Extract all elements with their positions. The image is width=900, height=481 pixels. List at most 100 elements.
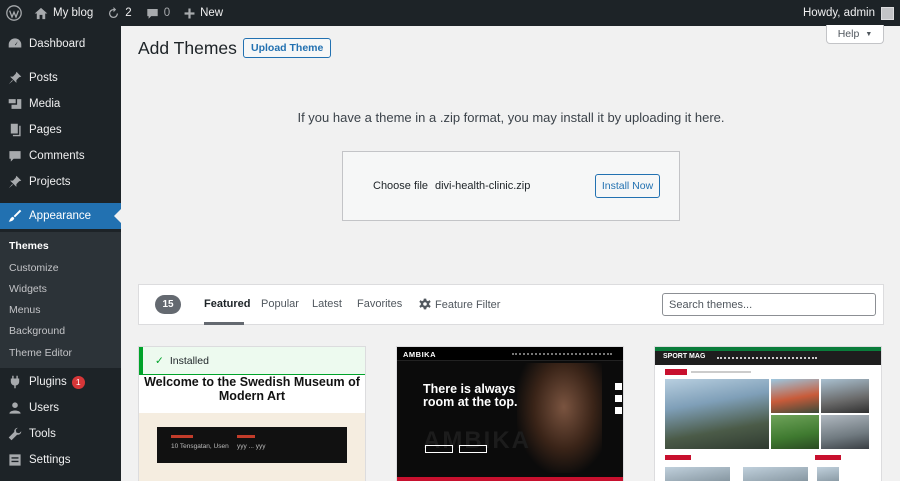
new-content-link[interactable]: New	[177, 0, 230, 26]
plus-icon	[184, 8, 195, 18]
upload-form: Choose file divi-health-clinic.zip Insta…	[342, 151, 680, 221]
pin-icon	[6, 69, 24, 87]
tab-popular[interactable]: Popular	[261, 298, 299, 310]
sidebar-item-users[interactable]: Users	[0, 395, 121, 421]
preview-nav: SPORT MAG	[655, 351, 881, 365]
preview-strip-text: 10 Tensgatan, Usen	[171, 443, 229, 450]
wordpress-logo-icon[interactable]	[0, 0, 27, 26]
install-now-button[interactable]: Install Now	[595, 174, 660, 198]
gear-icon	[419, 298, 431, 310]
preview-nav: AMBIKA	[397, 347, 623, 361]
preview-headline: There is always room at the top.	[423, 382, 518, 409]
tab-latest[interactable]: Latest	[312, 298, 342, 310]
preview-logo: AMBIKA	[403, 350, 436, 359]
preview-photo	[821, 379, 869, 413]
sidebar-item-label: Comments	[29, 150, 85, 162]
pin-icon	[6, 173, 24, 191]
home-icon	[34, 7, 48, 19]
sidebar-item-comments[interactable]: Comments	[0, 143, 121, 169]
users-icon	[6, 399, 24, 417]
sidebar-item-label: Appearance	[29, 210, 92, 222]
choose-file-button[interactable]: Choose file	[373, 180, 428, 192]
search-themes-input[interactable]	[662, 293, 876, 316]
greeting: Howdy, admin	[802, 7, 875, 19]
submenu-item-menus[interactable]: Menus	[9, 304, 41, 316]
site-name-link[interactable]: My blog	[27, 0, 100, 26]
tab-favorites[interactable]: Favorites	[357, 298, 402, 310]
sidebar-item-plugins[interactable]: Plugins 1	[0, 369, 121, 395]
dashboard-icon	[6, 35, 24, 53]
submenu-item-widgets[interactable]: Widgets	[9, 283, 47, 295]
preview-photo	[771, 415, 819, 449]
new-label: New	[200, 7, 224, 19]
sidebar-item-settings[interactable]: Settings	[0, 447, 121, 473]
theme-card-ambika[interactable]: AMBIKA AMBIKA There is always room at th…	[396, 346, 624, 481]
sidebar-item-media[interactable]: Media	[0, 91, 121, 117]
plugins-update-badge: 1	[71, 375, 85, 389]
submenu-item-theme-editor[interactable]: Theme Editor	[9, 347, 72, 359]
sidebar-item-label: Plugins	[29, 376, 67, 388]
sidebar-item-label: Pages	[29, 124, 62, 136]
preview-photo	[821, 415, 869, 449]
submenu-item-customize[interactable]: Customize	[9, 262, 59, 274]
sidebar-item-pages[interactable]: Pages	[0, 117, 121, 143]
comments-count: 0	[163, 7, 171, 19]
sidebar-item-projects[interactable]: Projects	[0, 169, 121, 195]
preview-title: Welcome to the Swedish Museum of Modern …	[144, 375, 360, 403]
sidebar-item-label: Users	[29, 402, 60, 414]
appearance-submenu: Themes Customize Widgets Menus Backgroun…	[0, 232, 121, 368]
preview-portrait	[517, 363, 602, 473]
admin-bar: My blog 2 0 New Howdy, admin	[0, 0, 900, 26]
feature-filter-label: Feature Filter	[435, 299, 501, 311]
help-tab-button[interactable]: Help ▼	[826, 25, 884, 44]
sidebar-item-posts[interactable]: Posts	[0, 65, 121, 91]
site-name: My blog	[53, 7, 94, 19]
comment-icon	[146, 8, 158, 19]
theme-screenshot: SPORT MAG	[655, 347, 881, 481]
installed-notice: ✓ Installed	[139, 347, 365, 375]
submenu-item-themes[interactable]: Themes	[9, 240, 49, 252]
theme-card-installed[interactable]: Welcome to the Swedish Museum of Modern …	[138, 346, 366, 481]
admin-sidebar: Dashboard Posts Media Pages Comments Pro…	[0, 26, 121, 481]
theme-screenshot: AMBIKA AMBIKA There is always room at th…	[397, 347, 623, 481]
wrench-icon	[6, 425, 24, 443]
refresh-icon	[109, 6, 119, 18]
help-label: Help	[837, 28, 860, 40]
sidebar-item-dashboard[interactable]: Dashboard	[0, 31, 121, 57]
submenu-item-background[interactable]: Background	[9, 325, 65, 337]
upload-instructions: If you have a theme in a .zip format, yo…	[297, 110, 725, 125]
pages-icon	[6, 121, 24, 139]
preview-strip: 10 Tensgatan, Usen ууу ... ууу	[157, 427, 347, 463]
theme-screenshot: Welcome to the Swedish Museum of Modern …	[139, 375, 365, 481]
upload-theme-button[interactable]: Upload Theme	[243, 38, 332, 58]
preview-strip-text: ууу ... ууу	[237, 443, 266, 450]
preview-photo	[665, 379, 769, 449]
theme-count-badge: 15	[155, 295, 181, 314]
updates-link[interactable]: 2	[100, 0, 138, 26]
sidebar-item-label: Tools	[29, 428, 56, 440]
page-title: Add Themes	[138, 38, 237, 58]
installed-label: Installed	[169, 354, 209, 367]
avatar	[881, 6, 894, 20]
comments-link[interactable]: 0	[139, 0, 177, 26]
sidebar-item-tools[interactable]: Tools	[0, 421, 121, 447]
sidebar-item-label: Dashboard	[29, 38, 86, 50]
active-tab-indicator	[204, 322, 244, 325]
my-account-link[interactable]: Howdy, admin	[796, 0, 900, 26]
checkmark-icon: ✓	[155, 354, 164, 367]
media-icon	[6, 95, 24, 113]
feature-filter-button[interactable]: Feature Filter	[419, 298, 500, 311]
plugin-icon	[6, 373, 24, 391]
updates-count: 2	[125, 7, 132, 19]
theme-card-sport-mag[interactable]: SPORT MAG	[654, 346, 882, 481]
sidebar-item-label: Projects	[29, 176, 71, 188]
tab-featured[interactable]: Featured	[204, 298, 250, 310]
sidebar-item-label: Posts	[29, 72, 58, 84]
sidebar-item-appearance[interactable]: Appearance	[0, 203, 121, 229]
preview-photo	[771, 379, 819, 413]
sidebar-item-label: Media	[29, 98, 61, 110]
settings-icon	[6, 451, 24, 469]
caret-down-icon: ▼	[865, 30, 873, 38]
paintbrush-icon	[6, 207, 24, 225]
comment-icon	[6, 147, 24, 165]
